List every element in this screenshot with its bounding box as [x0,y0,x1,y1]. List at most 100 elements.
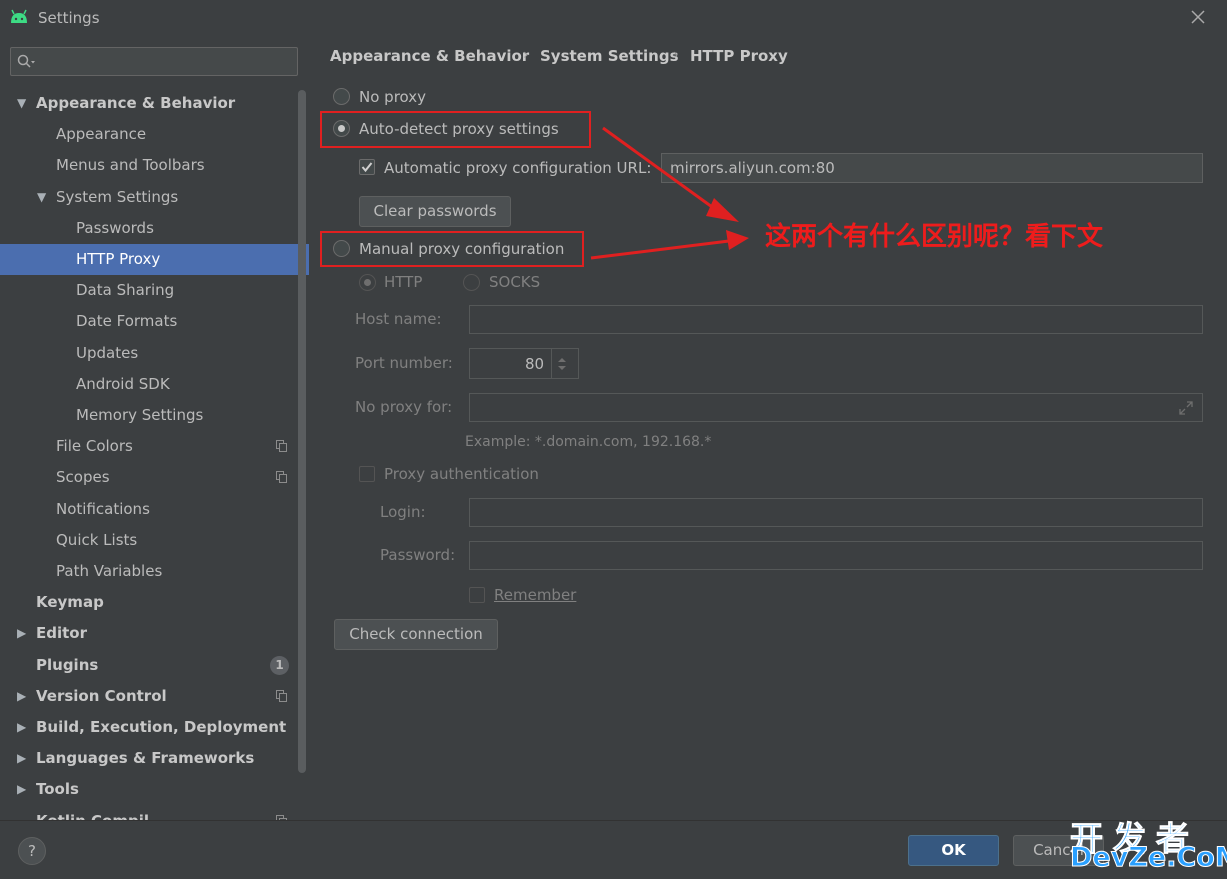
sidebar-item-label: Appearance & Behavior [36,94,236,112]
http-proxy-panel: Appearance & Behavior › System Settings … [309,36,1227,820]
login-input[interactable] [469,498,1203,527]
host-name-input[interactable] [469,305,1203,334]
sidebar-item-editor[interactable]: ▶ Editor [0,618,309,649]
annotation-arrows [590,126,749,260]
http-label[interactable]: HTTP [384,273,422,291]
search-icon [17,54,35,68]
no-proxy-for-label: No proxy for: [355,398,453,416]
sidebar-item-appearance[interactable]: Appearance [0,119,309,150]
watermark-logo: 开发者 DevZe.CoM [1068,812,1227,879]
sidebar-item-appearance-behavior[interactable]: ▼ Appearance & Behavior [0,88,309,119]
no-proxy-for-input[interactable] [469,393,1203,422]
socks-label[interactable]: SOCKS [489,273,540,291]
arrowhead-icon [726,230,749,250]
chevron-right-icon[interactable]: ▶ [17,618,29,649]
chevron-right-icon[interactable]: ▶ [17,712,29,743]
settings-sidebar: ▼ Appearance & Behavior Appearance Menus an… [0,36,309,820]
port-number-value: 80 [525,355,545,373]
sidebar-item-path-variables[interactable]: Path Variables [0,556,309,587]
sidebar-item-file-colors[interactable]: File Colors [0,431,309,462]
sidebar-item-label: HTTP Proxy [76,250,161,268]
sidebar-item-label: Editor [36,624,87,642]
proxy-auth-label[interactable]: Proxy authentication [384,465,539,483]
sidebar-item-kotlin-compil[interactable]: Kotlin Compil... [0,806,309,820]
auto-config-url-checkbox[interactable] [359,159,375,175]
project-level-icon [276,690,287,702]
breadcrumb-system-settings[interactable]: System Settings [540,47,679,65]
sidebar-item-label: Menus and Toolbars [56,156,205,174]
sidebar-item-label: Path Variables [56,562,163,580]
chevron-down-icon[interactable]: ▼ [37,182,49,213]
sidebar-item-passwords[interactable]: Passwords [0,213,309,244]
remember-checkbox[interactable] [469,587,485,603]
project-level-icon [276,471,287,483]
port-number-stepper[interactable]: 80 [469,348,579,379]
auto-detect-highlight-box [320,111,591,148]
socks-radio[interactable] [463,274,480,291]
sidebar-item-quick-lists[interactable]: Quick Lists [0,525,309,556]
stepper-arrows-icon[interactable] [555,355,569,373]
chevron-right-icon[interactable]: ▶ [17,774,29,805]
sidebar-item-label: Version Control [36,687,167,705]
sidebar-item-label: Android SDK [76,375,170,393]
ok-button[interactable]: OK [908,835,999,866]
sidebar-item-label: Updates [76,344,139,362]
http-radio[interactable] [359,274,376,291]
sidebar-item-updates[interactable]: Updates [0,338,309,369]
chevron-right-icon[interactable]: ▶ [17,681,29,712]
password-input[interactable] [469,541,1203,570]
check-connection-button[interactable]: Check connection [334,619,498,650]
breadcrumb-separator: › [523,47,529,63]
chevron-down-icon[interactable]: ▼ [17,88,29,119]
sidebar-item-label: Date Formats [76,312,178,330]
sidebar-item-notifications[interactable]: Notifications [0,494,309,525]
sidebar-item-http-proxy[interactable]: HTTP Proxy [0,244,309,275]
title-bar: Settings [0,0,1227,36]
plugins-update-count-badge: 1 [270,656,289,675]
breadcrumb-separator: › [673,47,679,63]
sidebar-item-android-sdk[interactable]: Android SDK [0,369,309,400]
example-hint: Example: *.domain.com, 192.168.* [465,434,712,450]
sidebar-item-label: Appearance [56,125,147,143]
sidebar-item-label: Keymap [36,593,104,611]
sidebar-item-keymap[interactable]: Keymap [0,587,309,618]
clear-passwords-button[interactable]: Clear passwords [359,196,511,227]
no-proxy-radio[interactable] [333,88,350,105]
login-label: Login: [380,503,426,521]
help-button[interactable]: ? [18,837,46,865]
sidebar-item-date-formats[interactable]: Date Formats [0,306,309,337]
sidebar-item-label: Memory Settings [76,406,204,424]
breadcrumb-http-proxy: HTTP Proxy [690,47,788,65]
sidebar-item-memory-settings[interactable]: Memory Settings [0,400,309,431]
window-title: Settings [38,9,100,27]
close-icon[interactable] [1188,7,1208,27]
android-logo-icon [11,9,27,23]
sidebar-item-system-settings[interactable]: ▼ System Settings [0,182,309,213]
manual-proxy-highlight-box [320,231,584,267]
sidebar-item-version-control[interactable]: ▶ Version Control [0,681,309,712]
sidebar-item-languages-frameworks[interactable]: ▶ Languages & Frameworks [0,743,309,774]
expand-icon[interactable] [1178,400,1194,416]
sidebar-item-tools[interactable]: ▶ Tools [0,774,309,805]
chevron-right-icon[interactable]: ▶ [17,743,29,774]
sidebar-item-label: Languages & Frameworks [36,749,255,767]
sidebar-item-label: Plugins [36,656,99,674]
sidebar-scrollbar[interactable] [298,90,306,773]
sidebar-item-data-sharing[interactable]: Data Sharing [0,275,309,306]
sidebar-item-build-execution-deployment[interactable]: ▶ Build, Execution, Deployment [0,712,309,743]
project-level-icon [276,440,287,452]
annotation-text: 这两个有什么区别呢？看下文 [765,222,1104,252]
no-proxy-label[interactable]: No proxy [359,88,426,106]
sidebar-item-menus-and-toolbars[interactable]: Menus and Toolbars [0,150,309,181]
password-label: Password: [380,546,456,564]
sidebar-item-plugins[interactable]: Plugins 1 [0,650,309,681]
sidebar-item-scopes[interactable]: Scopes [0,462,309,493]
host-name-label: Host name: [355,310,442,328]
sidebar-item-label: File Colors [56,437,133,455]
dialog-button-bar: ? OK Cancel [0,820,1227,879]
proxy-auth-checkbox[interactable] [359,466,375,482]
breadcrumb-appearance-behavior[interactable]: Appearance & Behavior [330,47,529,65]
port-number-label: Port number: [355,354,453,372]
search-input[interactable] [10,47,298,76]
remember-label[interactable]: Remember [494,586,576,604]
